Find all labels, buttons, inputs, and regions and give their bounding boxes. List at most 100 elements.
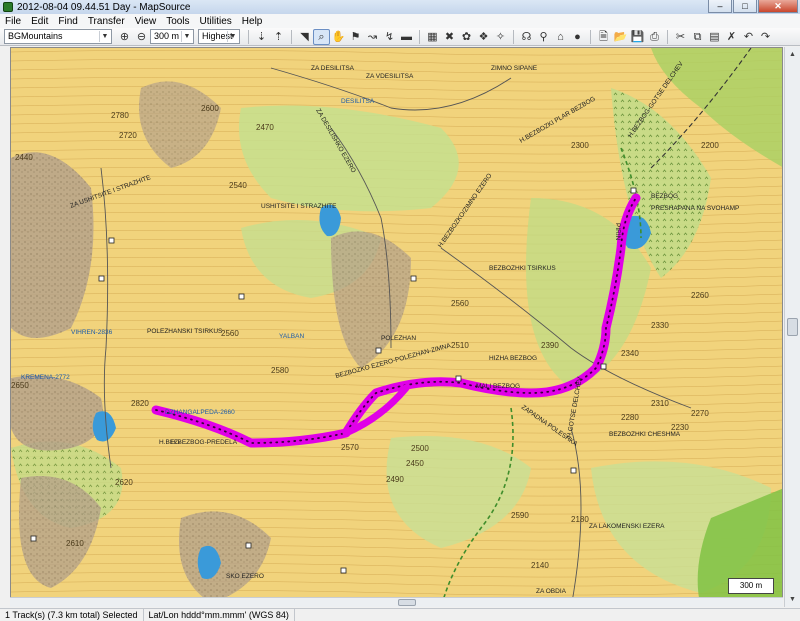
route-tool-icon[interactable]: ↝ xyxy=(364,29,381,45)
peak-label: 2720 xyxy=(119,131,137,140)
join-icon[interactable]: ❖ xyxy=(475,29,492,45)
paste-icon[interactable]: ▤ xyxy=(706,29,723,45)
peak-label: 2280 xyxy=(621,413,639,422)
horizontal-scrollbar[interactable] xyxy=(10,597,783,607)
toolbar-separator xyxy=(419,29,420,44)
place-label: ZA OBDIA xyxy=(536,588,567,595)
copy-icon[interactable]: ⧉ xyxy=(689,29,706,45)
peak-label: 2330 xyxy=(651,321,669,330)
save-file-icon[interactable]: 💾 xyxy=(629,29,646,45)
app-icon xyxy=(3,2,13,12)
peak-label: 2560 xyxy=(221,329,239,338)
find-poi-icon[interactable]: ● xyxy=(569,29,586,45)
menu-utilities[interactable]: Utilities xyxy=(195,16,237,27)
find-icon[interactable]: ☊ xyxy=(518,29,535,45)
map-select-icon[interactable]: ▦ xyxy=(424,29,441,45)
open-file-icon[interactable]: 📂 xyxy=(612,29,629,45)
zoom-in-icon[interactable]: ⊕ xyxy=(116,29,133,45)
vertical-scroll-thumb[interactable] xyxy=(787,318,798,336)
map-view[interactable]: 2780 2720 2650 2540 2620 2610 2820 2600 … xyxy=(10,47,783,607)
peak-label: 2260 xyxy=(691,291,709,300)
toolbar-separator xyxy=(291,29,292,44)
map-product-value: BGMountains xyxy=(8,31,63,41)
menu-file[interactable]: File xyxy=(0,16,26,27)
undo-icon[interactable]: ↶ xyxy=(740,29,757,45)
place-label: POLEZHANSKI TSIRKUS xyxy=(147,328,223,335)
topo-map: 2780 2720 2650 2540 2620 2610 2820 2600 … xyxy=(11,48,782,606)
menu-view[interactable]: View xyxy=(130,16,162,27)
map-tool-icon[interactable]: ◥ xyxy=(296,29,313,45)
menu-tools[interactable]: Tools xyxy=(161,16,194,27)
peak-label: 2340 xyxy=(621,349,639,358)
peak-label: 2610 xyxy=(66,539,84,548)
menu-find[interactable]: Find xyxy=(53,16,82,27)
place-label: PRESHAPANA NA SVOHAMP xyxy=(651,205,739,212)
place-label: H.BEZBOG-PREDELA xyxy=(171,439,238,446)
title-bar: 2012-08-04 09.44.51 Day - MapSource – □ … xyxy=(0,0,800,14)
send-to-device-icon[interactable]: ⇡ xyxy=(270,29,287,45)
waypoint-tool-icon[interactable]: ⚑ xyxy=(347,29,364,45)
place-label: BEZBOG xyxy=(651,193,678,200)
peak-label: 2490 xyxy=(386,475,404,484)
zoom-level-select[interactable]: 300 m ▼ xyxy=(150,29,194,44)
minimize-button[interactable]: – xyxy=(708,0,732,13)
track-tool-icon[interactable]: ↯ xyxy=(381,29,398,45)
find-address-icon[interactable]: ⌂ xyxy=(552,29,569,45)
place-label: ZA LAKOMENSKI EZERA xyxy=(589,523,665,530)
receive-from-device-icon[interactable]: ⇣ xyxy=(253,29,270,45)
divide-icon[interactable]: ✿ xyxy=(458,29,475,45)
print-icon[interactable]: ⎙ xyxy=(646,29,663,45)
scroll-up-icon[interactable]: ▲ xyxy=(785,47,800,62)
toolbar-separator xyxy=(248,29,249,44)
toolbar-separator xyxy=(590,29,591,44)
erase-icon[interactable]: ✖ xyxy=(441,29,458,45)
place-label: USHITSITE I STRAZHITE xyxy=(261,203,337,210)
toolbar-separator xyxy=(667,29,668,44)
scroll-down-icon[interactable]: ▼ xyxy=(785,592,800,607)
peak-label: 2580 xyxy=(271,366,289,375)
peak-label: 2620 xyxy=(115,478,133,487)
place-label: DZHANGALPEDA-2660 xyxy=(165,409,235,416)
place-label: MALI BEZBOG xyxy=(476,383,520,390)
map-product-select[interactable]: BGMountains ▼ xyxy=(4,29,112,44)
place-label: YALBAN xyxy=(279,333,304,340)
peak-label: 2540 xyxy=(229,181,247,190)
place-label: SKO EZERO xyxy=(226,573,264,580)
horizontal-scroll-thumb[interactable] xyxy=(398,599,416,606)
insert-icon[interactable]: ✧ xyxy=(492,29,509,45)
menu-transfer[interactable]: Transfer xyxy=(83,16,130,27)
menu-help[interactable]: Help xyxy=(237,16,268,27)
maximize-button[interactable]: □ xyxy=(733,0,757,13)
cut-icon[interactable]: ✂ xyxy=(672,29,689,45)
peak-label: 2300 xyxy=(571,141,589,150)
redo-icon[interactable]: ↷ xyxy=(757,29,774,45)
vertical-scrollbar[interactable]: ▲ ▼ xyxy=(784,47,800,607)
delete-icon[interactable]: ✗ xyxy=(723,29,740,45)
peak-label: 2440 xyxy=(15,153,33,162)
close-button[interactable]: ✕ xyxy=(758,0,798,13)
place-label: ZIMNO SIPANE xyxy=(491,65,538,72)
find-places-icon[interactable]: ⚲ xyxy=(535,29,552,45)
peak-label: 2500 xyxy=(411,444,429,453)
peak-label: 2820 xyxy=(131,399,149,408)
zoom-out-icon[interactable]: ⊖ xyxy=(133,29,150,45)
place-label: DESILITSA xyxy=(341,98,375,105)
place-label: H.BEZ- xyxy=(159,439,180,446)
place-label: BEZBOZHKI TSIRKUS xyxy=(489,265,556,272)
toolbar: BGMountains ▼ ⊕ ⊖ 300 m ▼ Highest ▼ ⇣ ⇡ … xyxy=(0,28,800,46)
peak-label: 2180 xyxy=(571,515,589,524)
detail-level-select[interactable]: Highest ▼ xyxy=(198,29,240,44)
window-title: 2012-08-04 09.44.51 Day - MapSource xyxy=(17,1,191,13)
menu-edit[interactable]: Edit xyxy=(26,16,53,27)
map-scale: 300 m xyxy=(728,578,774,594)
place-label: POLEZHAN xyxy=(381,335,416,342)
coordinate-format: Lat/Lon hddd°mm.mmm' (WGS 84) xyxy=(144,609,295,621)
selection-status: 1 Track(s) (7.3 km total) Selected xyxy=(0,609,144,621)
place-label: ZA DESILITSA xyxy=(311,65,355,72)
new-file-icon[interactable]: 🗎 xyxy=(595,29,612,45)
zoom-tool-icon[interactable]: ⌕ xyxy=(313,28,330,45)
peak-label: 2650 xyxy=(11,381,29,390)
measure-tool-icon[interactable]: ▬ xyxy=(398,29,415,45)
peak-label: 2140 xyxy=(531,561,549,570)
hand-tool-icon[interactable]: ✋ xyxy=(330,29,347,45)
